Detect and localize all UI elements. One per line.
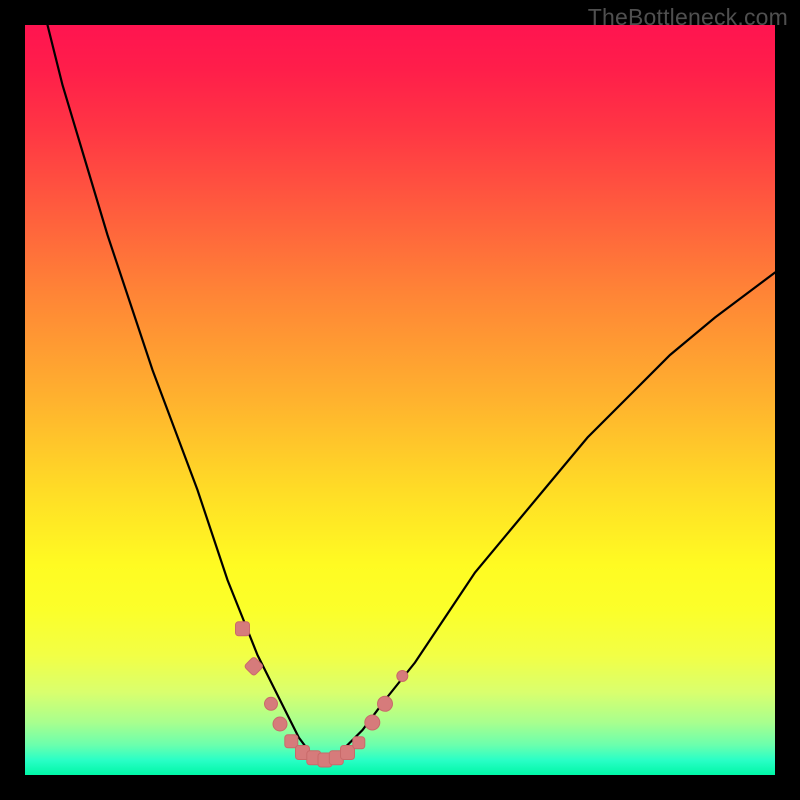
curve-marker (341, 746, 355, 760)
curve-marker (265, 697, 278, 710)
chart-frame: TheBottleneck.com (0, 0, 800, 800)
curve-marker (353, 737, 365, 749)
curve-marker (397, 671, 408, 682)
curve-marker (236, 622, 250, 636)
watermark-label: TheBottleneck.com (588, 4, 788, 31)
bottleneck-curve (48, 25, 776, 760)
chart-plot-area (25, 25, 775, 775)
curve-marker (365, 715, 380, 730)
curve-marker (285, 735, 298, 748)
chart-svg (25, 25, 775, 775)
curve-marker (273, 717, 287, 731)
curve-marker (378, 696, 393, 711)
